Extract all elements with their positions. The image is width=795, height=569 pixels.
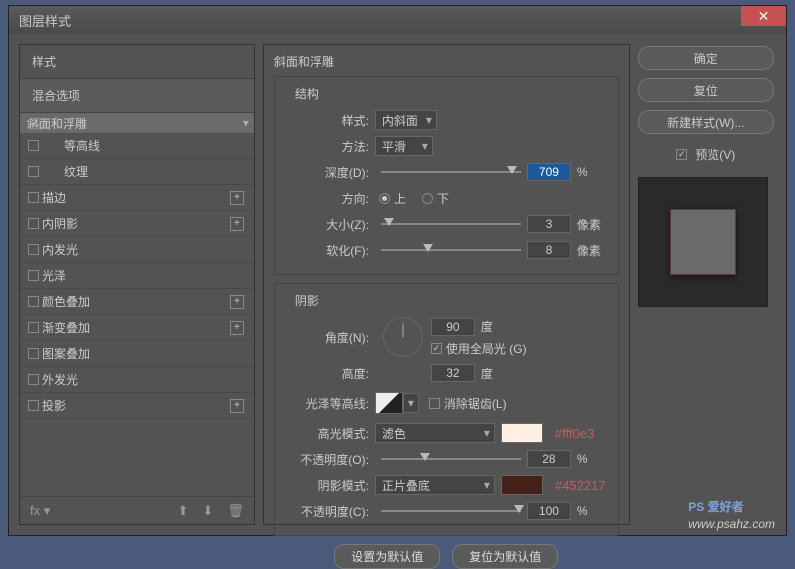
shadow-hex: #452217 xyxy=(555,478,606,493)
add-icon[interactable]: + xyxy=(230,295,244,309)
layer-style-dialog: 图层样式 ✕ 样式 混合选项 斜面和浮雕 等高线 纹理 描边+ 内阴影+ 内发光… xyxy=(8,5,787,536)
sidebar-item-outerglow[interactable]: 外发光 xyxy=(20,367,254,393)
sidebar-header: 样式 xyxy=(20,45,254,79)
add-icon[interactable]: + xyxy=(230,191,244,205)
technique-select[interactable]: 平滑 xyxy=(375,136,433,156)
sidebar-item-dropshadow[interactable]: 投影+ xyxy=(20,393,254,419)
shading-group: 阴影 角度(N): 90度 使用全局光 (G) 高度:32度 光泽等高线:消除锯… xyxy=(274,283,619,536)
preview-box xyxy=(638,177,768,307)
sidebar-item-texture[interactable]: 纹理 xyxy=(20,159,254,185)
highlight-opacity-slider[interactable] xyxy=(381,451,521,467)
make-default-button[interactable]: 设置为默认值 xyxy=(334,544,440,569)
checkbox[interactable] xyxy=(28,270,39,281)
highlight-opacity-input[interactable]: 28 xyxy=(527,450,571,468)
angle-wheel[interactable] xyxy=(383,317,423,357)
checkbox[interactable] xyxy=(28,374,39,385)
checkbox[interactable] xyxy=(28,348,39,359)
altitude-input[interactable]: 32 xyxy=(431,364,475,382)
ok-button[interactable]: 确定 xyxy=(638,46,774,70)
group-title: 阴影 xyxy=(291,292,323,309)
checkbox[interactable] xyxy=(28,244,39,255)
close-button[interactable]: ✕ xyxy=(741,6,786,26)
checkbox[interactable] xyxy=(28,192,39,203)
right-column: 确定 复位 新建样式(W)... 预览(V) xyxy=(638,44,774,525)
blending-options[interactable]: 混合选项 xyxy=(20,79,254,113)
watermark: PS 爱好者www.psahz.com xyxy=(688,498,775,531)
highlight-mode-select[interactable]: 滤色 xyxy=(375,423,495,443)
sidebar-item-innershadow[interactable]: 内阴影+ xyxy=(20,211,254,237)
highlight-hex: #fff0e3 xyxy=(555,426,594,441)
checkbox[interactable] xyxy=(28,218,39,229)
add-icon[interactable]: + xyxy=(230,217,244,231)
checkbox[interactable] xyxy=(28,296,39,307)
direction-up-radio[interactable] xyxy=(379,193,390,204)
shadow-opacity-input[interactable]: 100 xyxy=(527,502,571,520)
structure-group: 结构 样式:内斜面 方法:平滑 深度(D):709% 方向:上下 大小(Z):3… xyxy=(274,76,619,275)
checkbox[interactable] xyxy=(28,400,39,411)
global-light-checkbox[interactable] xyxy=(431,343,442,354)
cancel-button[interactable]: 复位 xyxy=(638,78,774,102)
size-input[interactable]: 3 xyxy=(527,215,571,233)
depth-slider[interactable] xyxy=(381,164,521,180)
down-icon[interactable]: ⬇ xyxy=(203,503,214,519)
shadow-opacity-slider[interactable] xyxy=(381,503,521,519)
checkbox[interactable] xyxy=(29,118,40,129)
antialias-checkbox[interactable] xyxy=(429,398,440,409)
highlight-color-swatch[interactable] xyxy=(501,423,543,443)
checkbox[interactable] xyxy=(28,166,39,177)
sidebar-item-innerglow[interactable]: 内发光 xyxy=(20,237,254,263)
up-icon[interactable]: ⬆ xyxy=(178,503,189,519)
sidebar-item-contour[interactable]: 等高线 xyxy=(20,133,254,159)
sidebar-item-gradientoverlay[interactable]: 渐变叠加+ xyxy=(20,315,254,341)
reset-default-button[interactable]: 复位为默认值 xyxy=(452,544,558,569)
sidebar-footer: fx ▾ ⬆ ⬇ 🗑 xyxy=(20,496,254,524)
panel-title: 斜面和浮雕 xyxy=(274,53,619,70)
style-select[interactable]: 内斜面 xyxy=(375,110,437,130)
group-title: 结构 xyxy=(291,85,323,102)
gloss-contour[interactable] xyxy=(375,392,403,414)
size-slider[interactable] xyxy=(381,216,521,232)
soften-input[interactable]: 8 xyxy=(527,241,571,259)
checkbox[interactable] xyxy=(28,322,39,333)
direction-down-radio[interactable] xyxy=(422,193,433,204)
sidebar-item-patternoverlay[interactable]: 图案叠加 xyxy=(20,341,254,367)
add-icon[interactable]: + xyxy=(230,399,244,413)
trash-icon[interactable]: 🗑 xyxy=(227,503,244,519)
sidebar-item-coloroverlay[interactable]: 颜色叠加+ xyxy=(20,289,254,315)
shadow-color-swatch[interactable] xyxy=(501,475,543,495)
contour-dropdown[interactable] xyxy=(403,393,419,413)
sidebar-item-stroke[interactable]: 描边+ xyxy=(20,185,254,211)
checkbox[interactable] xyxy=(28,140,39,151)
sidebar-item-bevel[interactable]: 斜面和浮雕 xyxy=(20,113,254,133)
preview-checkbox[interactable] xyxy=(676,149,687,160)
titlebar[interactable]: 图层样式 ✕ xyxy=(9,6,786,34)
angle-input[interactable]: 90 xyxy=(431,318,475,336)
add-icon[interactable]: + xyxy=(230,321,244,335)
window-title: 图层样式 xyxy=(19,11,71,30)
preview-swatch xyxy=(670,209,736,275)
new-style-button[interactable]: 新建样式(W)... xyxy=(638,110,774,134)
settings-panel: 斜面和浮雕 结构 样式:内斜面 方法:平滑 深度(D):709% 方向:上下 大… xyxy=(263,44,630,525)
depth-input[interactable]: 709 xyxy=(527,163,571,181)
soften-slider[interactable] xyxy=(381,242,521,258)
sidebar-item-satin[interactable]: 光泽 xyxy=(20,263,254,289)
shadow-mode-select[interactable]: 正片叠底 xyxy=(375,475,495,495)
styles-sidebar: 样式 混合选项 斜面和浮雕 等高线 纹理 描边+ 内阴影+ 内发光 光泽 颜色叠… xyxy=(19,44,255,525)
fx-icon[interactable]: fx ▾ xyxy=(30,503,50,519)
